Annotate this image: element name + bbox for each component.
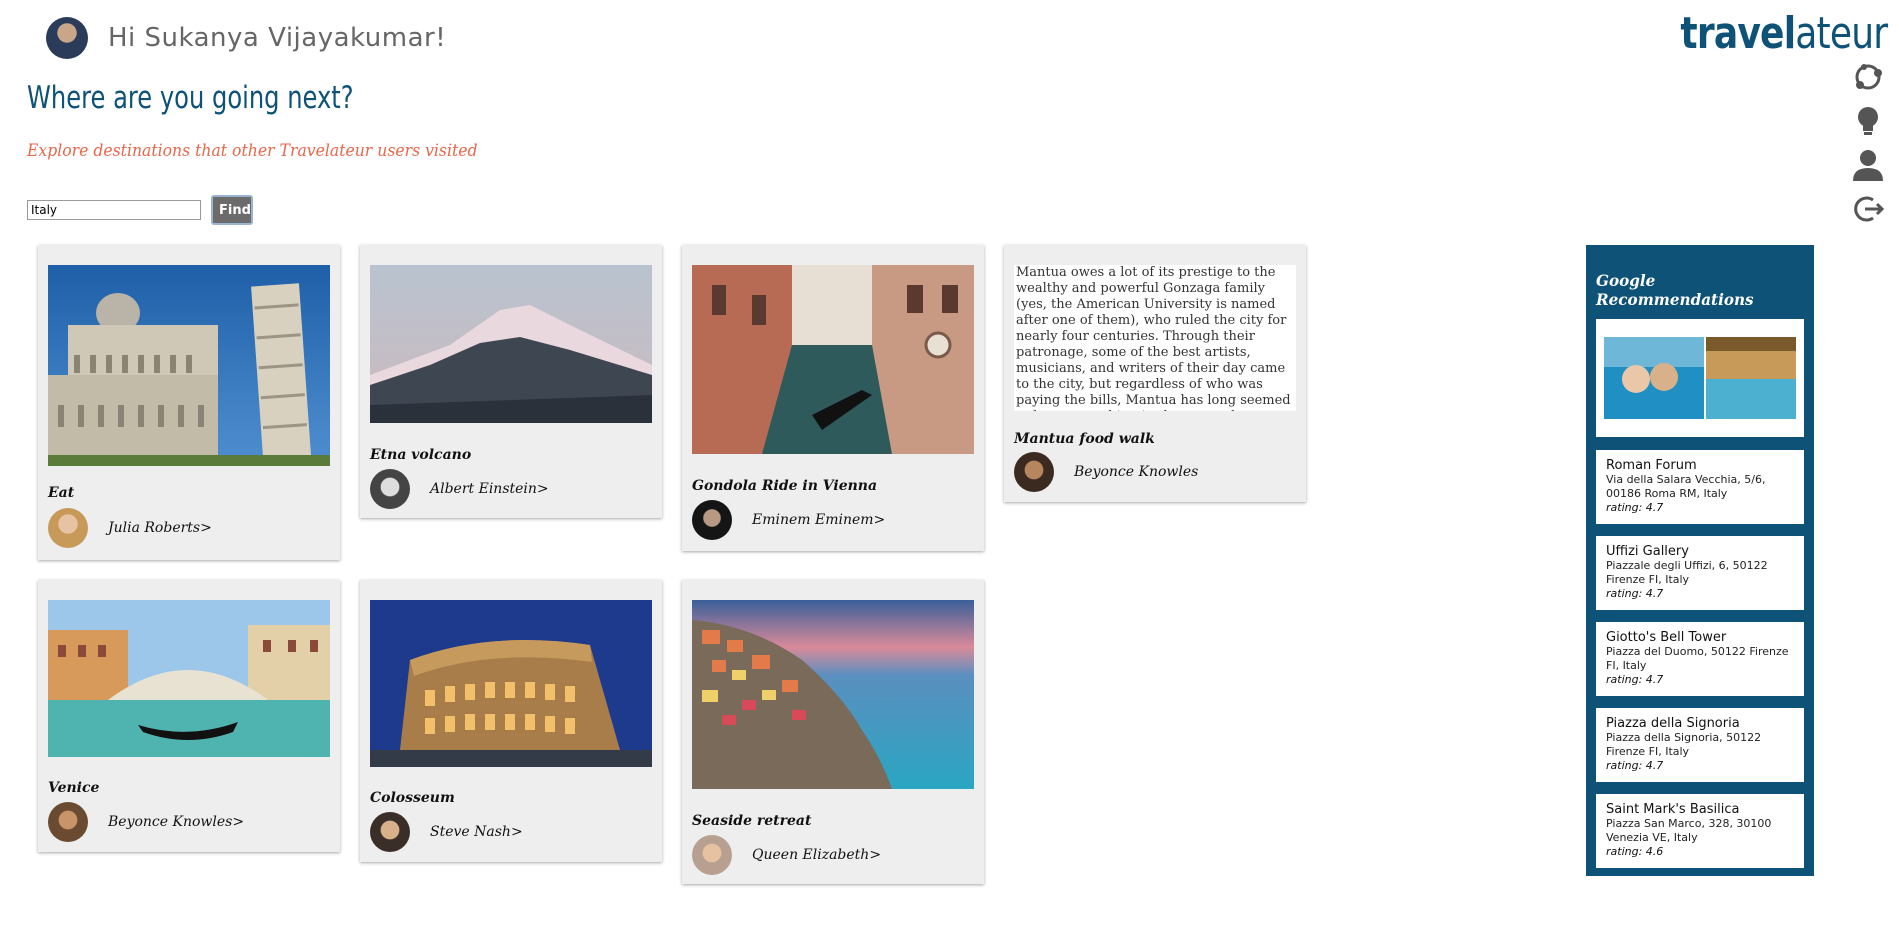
user-name[interactable]: Beyonce Knowles <box>1074 464 1198 480</box>
place-name: Piazza della Signoria <box>1606 716 1740 731</box>
place-name: Saint Mark's Basilica <box>1606 802 1740 817</box>
place-rating: rating: 4.7 <box>1606 673 1664 686</box>
place-rating: rating: 4.7 <box>1606 587 1664 600</box>
card-user[interactable]: Eminem Eminem> <box>692 500 885 540</box>
place-rating: rating: 4.7 <box>1606 759 1664 772</box>
user-name[interactable]: Julia Roberts> <box>108 520 212 536</box>
place-rating: rating: 4.6 <box>1606 845 1664 858</box>
card-title: Gondola Ride in Vienna <box>692 478 878 494</box>
card-description: Mantua owes a lot of its prestige to the… <box>1014 265 1296 411</box>
card-title: Etna volcano <box>370 447 472 463</box>
user-avatar[interactable] <box>48 802 88 842</box>
user-avatar[interactable] <box>370 812 410 852</box>
place-address: Piazzale degli Uffizi, 6, 50122 Firenze … <box>1606 559 1768 586</box>
logout-icon[interactable] <box>1851 192 1885 226</box>
user-name[interactable]: Eminem Eminem> <box>752 512 885 528</box>
card-user[interactable]: Albert Einstein> <box>370 469 549 509</box>
card-venice[interactable]: Venice Beyonce Knowles> <box>38 580 340 852</box>
google-recommendations-panel: Google Recommendations Roman Forum Via d… <box>1586 245 1814 876</box>
place-card-roman-forum[interactable]: Roman Forum Via della Salara Vecchia, 5/… <box>1596 450 1804 524</box>
card-title: Seaside retreat <box>692 813 812 829</box>
user-avatar[interactable] <box>692 500 732 540</box>
advertisement[interactable] <box>1596 319 1804 437</box>
card-image[interactable] <box>370 265 652 423</box>
place-name: Giotto's Bell Tower <box>1606 630 1727 645</box>
card-gondola-ride[interactable]: Gondola Ride in Vienna Eminem Eminem> <box>682 245 984 551</box>
card-title: Colosseum <box>370 790 455 806</box>
place-rating: rating: 4.7 <box>1606 501 1664 514</box>
icon-rail <box>1851 60 1885 236</box>
lightbulb-icon[interactable] <box>1851 104 1885 138</box>
find-button[interactable]: Find <box>211 195 253 225</box>
card-image[interactable] <box>692 600 974 789</box>
user-avatar[interactable] <box>370 469 410 509</box>
place-card-saint-marks-basilica[interactable]: Saint Mark's Basilica Piazza San Marco, … <box>1596 794 1804 868</box>
user-name[interactable]: Steve Nash> <box>430 824 523 840</box>
card-colosseum[interactable]: Colosseum Steve Nash> <box>360 580 662 862</box>
search-bar: Find <box>27 195 253 225</box>
card-mantua-food-walk[interactable]: Mantua owes a lot of its prestige to the… <box>1004 245 1306 502</box>
card-image[interactable] <box>692 265 974 454</box>
card-title: Mantua food walk <box>1014 431 1155 447</box>
place-card-uffizi-gallery[interactable]: Uffizi Gallery Piazzale degli Uffizi, 6,… <box>1596 536 1804 610</box>
card-user[interactable]: Beyonce Knowles <box>1014 452 1198 492</box>
page-subtitle: Explore destinations that other Travelat… <box>27 141 478 161</box>
card-seaside-retreat[interactable]: Seaside retreat Queen Elizabeth> <box>682 580 984 884</box>
card-image[interactable] <box>48 600 330 757</box>
user-avatar[interactable] <box>48 508 88 548</box>
user-name[interactable]: Albert Einstein> <box>430 481 549 497</box>
page-title: Where are you going next? <box>27 80 354 116</box>
search-input[interactable] <box>27 200 201 220</box>
user-avatar[interactable] <box>46 17 88 59</box>
card-user[interactable]: Julia Roberts> <box>48 508 212 548</box>
card-title: Venice <box>48 780 100 796</box>
card-eat[interactable]: Eat Julia Roberts> <box>38 245 340 560</box>
place-address: Piazza del Duomo, 50122 Firenze FI, Ital… <box>1606 645 1789 672</box>
globe-icon[interactable] <box>1851 60 1885 94</box>
place-name: Uffizi Gallery <box>1606 544 1689 559</box>
place-card-piazza-della-signoria[interactable]: Piazza della Signoria Piazza della Signo… <box>1596 708 1804 782</box>
card-user[interactable]: Beyonce Knowles> <box>48 802 244 842</box>
user-avatar[interactable] <box>692 835 732 875</box>
logo[interactable]: travelateur <box>1680 8 1888 59</box>
place-address: Piazza della Signoria, 50122 Firenze FI,… <box>1606 731 1762 758</box>
user-icon[interactable] <box>1851 148 1885 182</box>
greeting-text: Hi Sukanya Vijayakumar! <box>108 23 447 53</box>
place-address: Piazza San Marco, 328, 30100 Venezia VE,… <box>1606 817 1772 844</box>
user-name[interactable]: Queen Elizabeth> <box>752 847 881 863</box>
card-image[interactable] <box>370 600 652 767</box>
user-avatar[interactable] <box>1014 452 1054 492</box>
card-title: Eat <box>48 485 75 501</box>
card-image[interactable] <box>48 265 330 477</box>
card-etna-volcano[interactable]: Etna volcano Albert Einstein> <box>360 245 662 518</box>
place-card-giottos-bell-tower[interactable]: Giotto's Bell Tower Piazza del Duomo, 50… <box>1596 622 1804 696</box>
card-user[interactable]: Steve Nash> <box>370 812 523 852</box>
place-address: Via della Salara Vecchia, 5/6, 00186 Rom… <box>1606 473 1766 500</box>
card-user[interactable]: Queen Elizabeth> <box>692 835 881 875</box>
place-name: Roman Forum <box>1606 458 1697 473</box>
user-name[interactable]: Beyonce Knowles> <box>108 814 244 830</box>
greeting-bar: Hi Sukanya Vijayakumar! <box>46 17 446 59</box>
panel-title: Google Recommendations <box>1596 271 1754 309</box>
